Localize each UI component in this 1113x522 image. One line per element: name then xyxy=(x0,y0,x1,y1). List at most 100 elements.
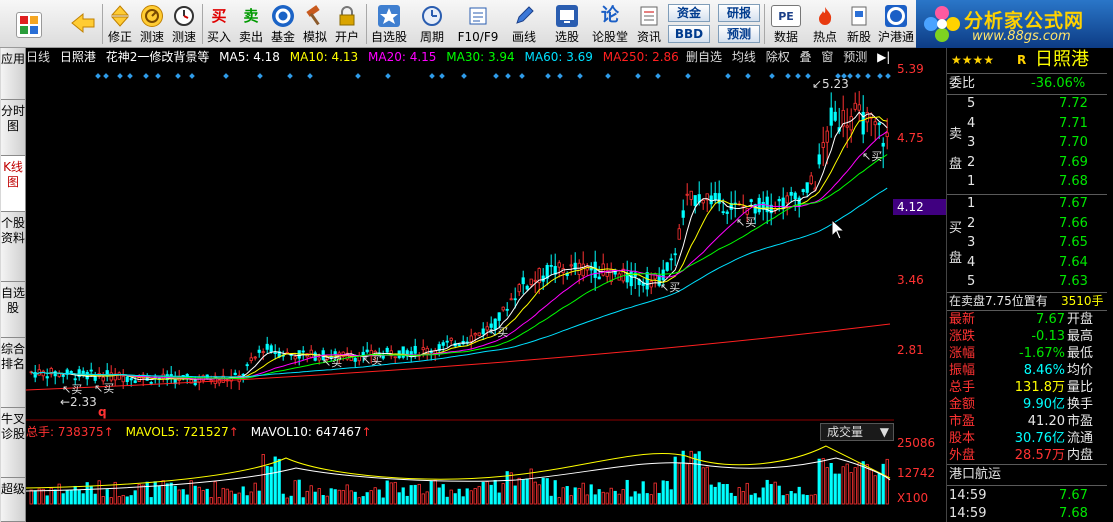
tab-apps[interactable]: 应用 xyxy=(1,48,25,100)
remove-watchlist-button[interactable]: 删自选 xyxy=(686,50,722,64)
hk-connect-button[interactable]: 沪港通 xyxy=(876,2,916,46)
buy-price[interactable]: 7.66 xyxy=(1059,216,1088,232)
tab-diagnosis[interactable]: 牛叉诊股 xyxy=(1,408,25,478)
candle xyxy=(685,193,689,196)
buy-button[interactable]: 买 买入 xyxy=(204,2,234,46)
volume-bar xyxy=(385,480,389,505)
volume-bar xyxy=(665,481,669,505)
tab-ranking[interactable]: 综合排名 xyxy=(1,338,25,408)
candle xyxy=(529,278,533,285)
volume-bar xyxy=(681,450,685,505)
tab-kline[interactable]: K线图 xyxy=(1,156,25,212)
kline-chart[interactable]: ↙5.23 ←2.33 q ↖买 ↖买 ↖买 ↖买 ↖买 ↖买 ↖买 ↖买 xyxy=(26,66,894,522)
hot-button[interactable]: 热点 xyxy=(808,2,842,46)
volume-bar xyxy=(397,492,401,505)
stat-label-2: 均价 xyxy=(1067,363,1094,378)
formula-label[interactable]: 花神2一修改背景等 xyxy=(106,50,210,64)
fund-button[interactable]: 基金 xyxy=(268,2,298,46)
volume-bar xyxy=(769,484,773,505)
buy-signal-label: ↖买 xyxy=(362,354,382,367)
buy-price[interactable]: 7.65 xyxy=(1059,235,1088,251)
volume-bar xyxy=(745,482,749,505)
overlay-button[interactable]: 叠 xyxy=(800,50,812,64)
candle xyxy=(877,122,881,126)
high-annotation: ↙5.23 xyxy=(812,77,849,91)
volume-bar xyxy=(233,493,237,505)
tab-watchlist[interactable]: 自选股 xyxy=(1,282,25,338)
signal-diamond xyxy=(127,73,133,79)
candle xyxy=(365,349,369,353)
candle xyxy=(89,369,93,372)
sell-price[interactable]: 7.69 xyxy=(1059,155,1088,171)
forum-button[interactable]: 论 论股堂 xyxy=(590,2,630,46)
data-button[interactable]: PE 数据 xyxy=(766,2,806,46)
sell-price[interactable]: 7.71 xyxy=(1059,116,1088,132)
f10-button[interactable]: F10/F9 xyxy=(454,2,502,46)
sell-price[interactable]: 7.72 xyxy=(1059,96,1088,112)
forecast-button[interactable]: 预测 xyxy=(718,25,760,43)
current-price-tag: 4.12 xyxy=(893,199,946,215)
volume-bar xyxy=(173,485,177,505)
volume-bar xyxy=(77,489,81,505)
simulate-button[interactable]: 模拟 xyxy=(300,2,330,46)
candle xyxy=(677,228,681,240)
news-button[interactable]: 资讯 xyxy=(632,2,666,46)
tab-intraday[interactable]: 分时图 xyxy=(1,100,25,156)
tab-stock-info[interactable]: 个股资料 xyxy=(1,212,25,282)
r-mark: R xyxy=(1017,53,1027,67)
sector-label[interactable]: 港口航运 xyxy=(949,467,1001,483)
new-stock-button[interactable]: 新股 xyxy=(842,2,876,46)
period-label[interactable]: 日线 xyxy=(26,50,50,64)
stat-label: 涨幅 xyxy=(949,346,976,361)
buy-price[interactable]: 7.63 xyxy=(1059,274,1088,290)
buy-signal-label: ↖买 xyxy=(322,356,342,369)
stock-select-button[interactable]: 选股 xyxy=(546,2,588,46)
tick-time: 14:59 xyxy=(949,506,987,521)
candle xyxy=(333,351,337,355)
sell-button[interactable]: 卖 卖出 xyxy=(236,2,266,46)
ma10-line xyxy=(30,116,888,380)
stat-label-2: 换手 xyxy=(1067,397,1094,412)
window-button[interactable]: 窗 xyxy=(821,50,833,64)
speed-clock-button[interactable]: 测速 xyxy=(168,2,200,46)
draw-line-button[interactable]: 画线 xyxy=(504,2,544,46)
buy-price[interactable]: 7.64 xyxy=(1059,255,1088,271)
buy-signal-label: ↖买 xyxy=(62,383,82,396)
buy-price[interactable]: 7.67 xyxy=(1059,196,1088,212)
volume-bar xyxy=(737,487,741,505)
sell-level: 4 xyxy=(967,115,976,131)
ma-button[interactable]: 均线 xyxy=(732,50,756,64)
sell-level: 2 xyxy=(967,154,976,170)
volume-bar xyxy=(421,493,425,505)
volume-bar xyxy=(701,467,705,505)
open-account-button[interactable]: 开户 xyxy=(332,2,362,46)
capital-button[interactable]: 资金 xyxy=(668,4,710,22)
app-grid-button[interactable] xyxy=(4,2,54,46)
bbd-button[interactable]: BBD xyxy=(668,25,710,43)
volume-bar xyxy=(585,494,589,505)
sell-price[interactable]: 7.68 xyxy=(1059,174,1088,190)
candle xyxy=(261,351,265,354)
period-button[interactable]: 周期 xyxy=(412,2,452,46)
volume-bar xyxy=(125,496,129,505)
correct-button[interactable]: 修正 xyxy=(104,2,136,46)
scroll-right-icon[interactable]: ▶| xyxy=(877,50,890,64)
tab-super[interactable]: 超级 xyxy=(1,478,25,522)
chevron-down-icon: ▼ xyxy=(879,425,889,439)
speed-test-button[interactable]: 测速 xyxy=(136,2,168,46)
indicator-select[interactable]: 成交量 ▼ xyxy=(820,423,894,441)
volume-bar xyxy=(381,497,385,505)
volume-bar xyxy=(749,494,753,505)
predict-button[interactable]: 预测 xyxy=(843,50,867,64)
back-button[interactable] xyxy=(62,2,100,46)
candle xyxy=(501,306,505,311)
ex-rights-button[interactable]: 除权 xyxy=(766,50,790,64)
volume-bar xyxy=(361,496,365,505)
sell-price[interactable]: 7.70 xyxy=(1059,135,1088,151)
volume-bar xyxy=(65,490,69,505)
candle xyxy=(69,371,73,373)
watchlist-button[interactable]: 自选股 xyxy=(368,2,410,46)
buy-icon: 买 xyxy=(211,7,227,25)
research-report-button[interactable]: 研报 xyxy=(718,4,760,22)
site-logo: 分析家公式网 www.88gs.com xyxy=(916,0,1113,48)
